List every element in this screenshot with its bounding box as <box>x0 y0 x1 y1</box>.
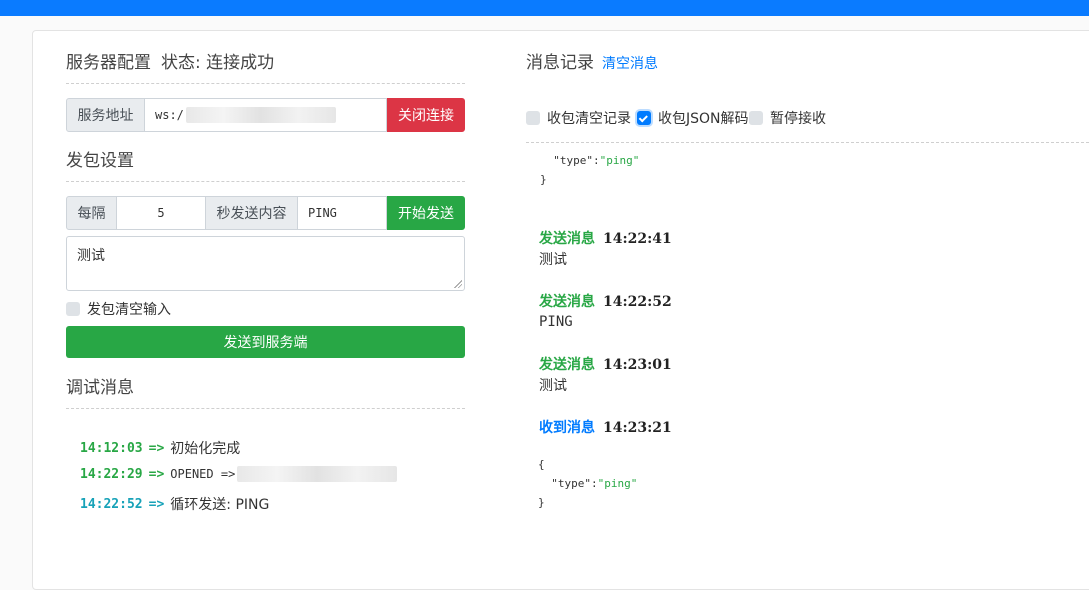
message-header: 收到消息 14:23:21 <box>539 417 672 437</box>
message-kind: 发送消息 <box>539 294 595 310</box>
json-fragment: "type":"ping" } <box>540 154 640 186</box>
message-body: PING <box>539 314 573 330</box>
interval-content-input[interactable]: PING <box>298 196 387 230</box>
debug-time: 14:12:03 <box>80 440 143 456</box>
send-settings-title: 发包设置 <box>66 151 134 171</box>
option-json-decode[interactable]: 收包JSON解码 <box>637 108 749 128</box>
checkbox-box[interactable] <box>66 302 80 316</box>
checkbox-box[interactable] <box>526 111 540 125</box>
option-label: 收包清空记录 <box>547 111 631 127</box>
json-body: { "type":"ping" } <box>538 458 638 509</box>
server-config-title: 服务器配置 状态: 连接成功 <box>66 48 274 73</box>
divider <box>526 142 1089 143</box>
resize-handle[interactable] <box>454 280 462 288</box>
divider <box>66 181 465 182</box>
send-to-server-button[interactable]: 发送到服务端 <box>66 326 465 358</box>
message-body: 测试 <box>539 252 567 268</box>
debug-text: 循环发送: PING <box>170 497 270 513</box>
message-log-title: 消息记录 <box>526 53 594 73</box>
debug-arrow: => <box>148 440 165 456</box>
clear-input-checkbox[interactable]: 发包清空输入 <box>66 299 171 319</box>
json-value: "ping" <box>599 154 640 167</box>
message-header: 发送消息 14:22:52 <box>539 291 672 311</box>
clear-messages-link[interactable]: 清空消息 <box>602 56 658 72</box>
close-connection-button[interactable]: 关闭连接 <box>387 98 465 132</box>
interval-label: 每隔 <box>66 196 117 230</box>
redacted-address <box>185 107 336 123</box>
server-address-value: ws:/ <box>155 108 184 122</box>
message-textarea[interactable]: 测试 <box>66 236 465 291</box>
json-key: "type" <box>551 477 591 490</box>
message-time: 14:23:01 <box>603 357 672 373</box>
top-bar <box>0 0 1089 16</box>
interval-input[interactable]: 5 <box>117 196 206 230</box>
json-brace: { <box>538 458 545 471</box>
json-key: "type" <box>553 154 593 167</box>
debug-time: 14:22:52 <box>80 496 143 512</box>
divider <box>66 408 465 409</box>
message-header: 发送消息 14:22:41 <box>539 228 672 248</box>
json-brace: } <box>538 496 545 509</box>
checkbox-box[interactable] <box>749 111 763 125</box>
start-send-button[interactable]: 开始发送 <box>387 196 465 230</box>
textarea-value: 测试 <box>77 248 105 264</box>
option-pause-receive[interactable]: 暂停接收 <box>749 108 826 128</box>
clear-input-label: 发包清空输入 <box>87 302 171 318</box>
server-address-label: 服务地址 <box>66 98 145 132</box>
option-label: 收包JSON解码 <box>658 111 749 127</box>
debug-arrow: => <box>148 496 165 512</box>
option-clear-on-receive[interactable]: 收包清空记录 <box>526 108 631 128</box>
redacted-url <box>237 466 398 482</box>
server-config-label: 服务器配置 <box>66 53 151 73</box>
message-kind: 发送消息 <box>539 357 595 373</box>
interval-group: 每隔 5 秒发送内容 PING 开始发送 <box>66 196 465 230</box>
json-brace: } <box>540 173 547 186</box>
debug-text: 初始化完成 <box>170 441 241 457</box>
message-time: 14:22:52 <box>603 294 672 310</box>
divider <box>66 83 465 84</box>
connection-status: 状态: 连接成功 <box>161 53 275 73</box>
debug-time: 14:22:29 <box>80 466 143 482</box>
debug-text: OPENED => <box>170 467 236 481</box>
debug-line: 14:22:29 => OPENED => <box>80 466 398 482</box>
debug-arrow: => <box>148 466 165 482</box>
interval-suffix-label: 秒发送内容 <box>206 196 298 230</box>
message-log-header: 消息记录 清空消息 <box>526 48 658 73</box>
message-kind: 收到消息 <box>539 420 595 436</box>
checkbox-checked[interactable] <box>637 111 651 125</box>
message-body: 测试 <box>539 378 567 394</box>
json-value: "ping" <box>597 477 638 490</box>
message-kind: 发送消息 <box>539 231 595 247</box>
option-label: 暂停接收 <box>770 111 826 127</box>
debug-line: 14:22:52 => 循环发送: PING <box>80 494 269 514</box>
debug-title: 调试消息 <box>66 378 134 398</box>
message-header: 发送消息 14:23:01 <box>539 354 672 374</box>
message-time: 14:23:21 <box>603 420 672 436</box>
server-address-group: 服务地址 ws:/ 关闭连接 <box>66 98 465 132</box>
server-address-input[interactable]: ws:/ <box>145 98 387 132</box>
debug-line: 14:12:03 => 初始化完成 <box>80 438 240 458</box>
message-time: 14:22:41 <box>603 231 672 247</box>
